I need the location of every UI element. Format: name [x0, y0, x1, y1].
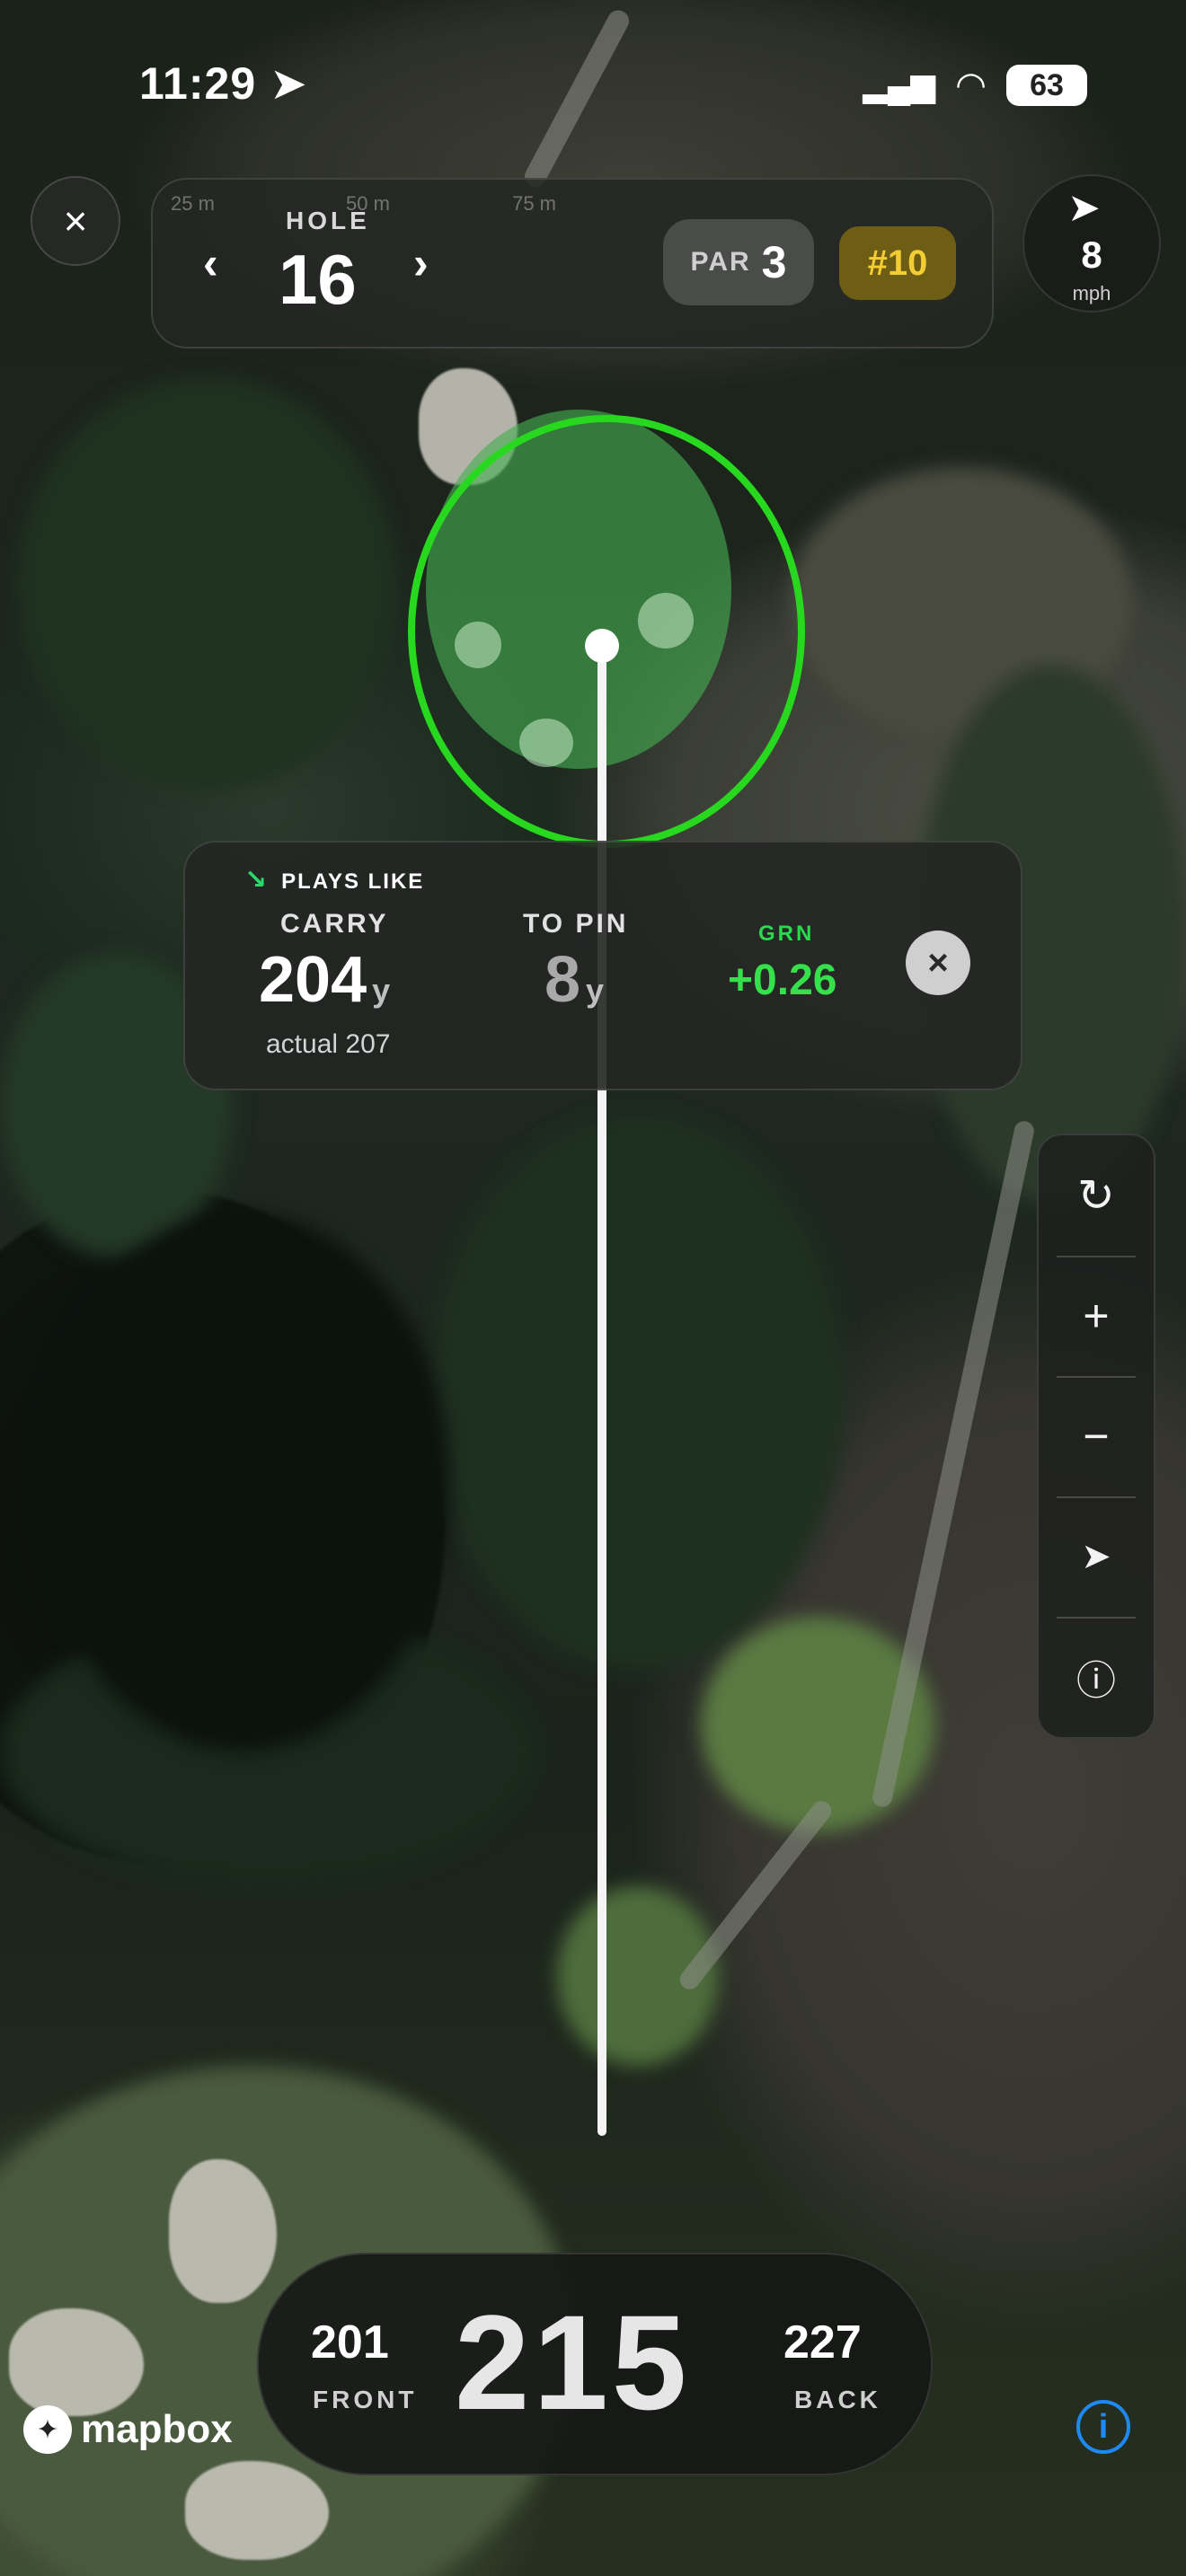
- distance-pill[interactable]: 201 FRONT 215 227 BACK: [257, 2253, 933, 2475]
- map-tree-cluster: [36, 1213, 449, 1751]
- down-right-arrow-icon: ↘: [244, 865, 270, 895]
- actual-distance: actual 207: [266, 1029, 391, 1059]
- locate-icon[interactable]: ➤: [1039, 1496, 1154, 1617]
- carry-label: CARRY: [280, 909, 389, 939]
- center-distance: 215: [455, 2287, 691, 2438]
- back-label: BACK: [794, 2386, 881, 2413]
- map-tree-cluster: [18, 377, 395, 790]
- close-card-button[interactable]: ×: [906, 931, 970, 995]
- attribution-info-icon[interactable]: i: [1076, 2400, 1130, 2454]
- satellite-map[interactable]: [0, 0, 1186, 2576]
- status-indicators: ▂▄▆ ◠ 63: [863, 65, 1087, 106]
- previous-hole-button[interactable]: ‹: [203, 237, 218, 289]
- bunker: [9, 2308, 144, 2416]
- par-badge: PAR 3: [663, 219, 814, 305]
- cart-path: [676, 1796, 836, 1994]
- wifi-icon: ◠: [955, 66, 987, 105]
- map-toolbar: ↻ + − ➤ ⓘ: [1037, 1134, 1155, 1739]
- hole-label: HOLE: [286, 207, 370, 234]
- signal-icon: ▂▄▆: [863, 66, 936, 103]
- pin-target-handle[interactable]: [585, 629, 619, 663]
- mapbox-logo: ✦ mapbox: [23, 2405, 233, 2454]
- handicap-rank-badge: #10: [839, 226, 956, 300]
- grn-value: +0.26: [728, 957, 837, 1004]
- to-pin-label: TO PIN: [523, 909, 629, 939]
- navigation-arrow-icon: ➤: [1067, 186, 1101, 230]
- zoom-in-icon[interactable]: +: [1039, 1256, 1154, 1376]
- hole-number: 16: [279, 240, 357, 319]
- par-value: 3: [761, 237, 787, 287]
- cart-path: [871, 1119, 1036, 1809]
- status-time: 11:29 ➤: [139, 58, 308, 109]
- carry-value: 204 y: [259, 944, 391, 1016]
- mapbox-mark-icon: ✦: [23, 2405, 72, 2454]
- front-distance: 201: [311, 2316, 389, 2369]
- wind-unit: mph: [1072, 282, 1111, 304]
- info-icon[interactable]: ⓘ: [1039, 1617, 1154, 1737]
- wind-indicator[interactable]: ➤ 8 mph: [1022, 174, 1161, 313]
- battery-icon: 63: [1006, 65, 1087, 106]
- map-tree-cluster: [431, 1114, 845, 1671]
- to-pin-value: 8y: [544, 944, 605, 1016]
- bunker: [185, 2461, 329, 2560]
- shot-info-card: ↘ PLAYS LIKE CARRY 204 y actual 207 TO PI…: [183, 841, 1022, 1090]
- reset-icon[interactable]: ↻: [1039, 1135, 1154, 1256]
- grn-label: GRN: [758, 922, 815, 946]
- plays-like-header: ↘ PLAYS LIKE: [244, 865, 425, 895]
- cart-path: [520, 6, 633, 191]
- hole-panel: 25 m 50 m 75 m ‹ HOLE 16 › PAR 3 #10: [151, 178, 994, 348]
- close-icon[interactable]: ×: [31, 176, 120, 266]
- wind-speed: 8: [1081, 234, 1102, 276]
- next-hole-button[interactable]: ›: [413, 237, 429, 289]
- location-arrow-icon: ➤: [270, 58, 308, 109]
- par-label: PAR: [690, 247, 751, 277]
- zoom-out-icon[interactable]: −: [1039, 1376, 1154, 1496]
- back-distance: 227: [783, 2316, 862, 2369]
- front-label: FRONT: [313, 2386, 418, 2413]
